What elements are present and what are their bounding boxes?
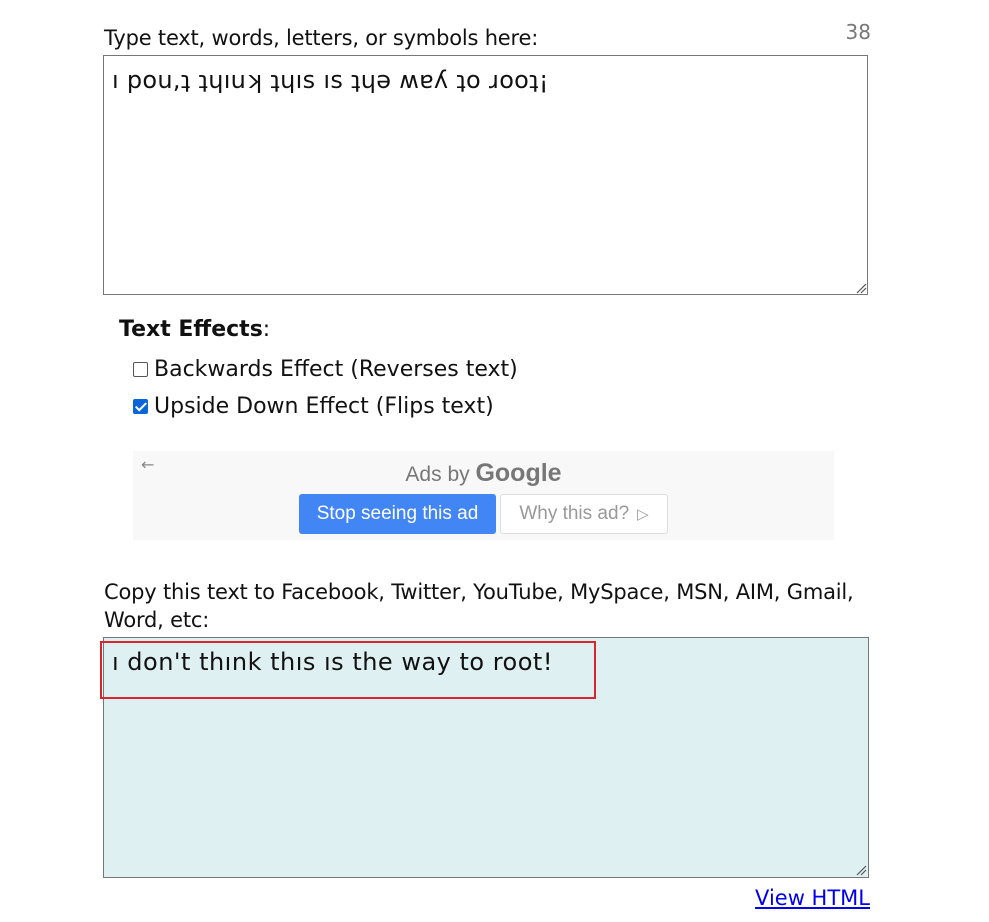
adchoices-icon: ▷ [637,506,649,523]
ads-by-google: Ads by Google [133,459,834,488]
character-count: 38 [845,20,871,44]
ad-panel: ← Ads by Google Stop seeing this ad Why … [133,451,834,540]
resize-grip-icon[interactable] [855,282,867,294]
ads-by-text: Ads by [405,463,470,486]
backwards-effect-checkbox[interactable] [133,361,148,377]
backwards-effect-option[interactable]: Backwards Effect (Reverses text) [133,355,518,383]
why-this-ad-button[interactable]: Why this ad? ▷ [500,494,668,534]
page: 38 Type text, words, letters, or symbols… [0,0,989,922]
upside-down-effect-option[interactable]: Upside Down Effect (Flips text) [133,392,494,420]
backwards-effect-label[interactable]: Backwards Effect (Reverses text) [154,357,518,382]
why-this-ad-label[interactable]: Why this ad? [519,503,629,525]
highlight-box [100,641,596,699]
input-label: Type text, words, letters, or symbols he… [104,26,539,50]
upside-down-effect-checkbox[interactable] [133,398,148,414]
output-label: Copy this text to Facebook, Twitter, You… [104,580,854,632]
google-logo: Google [475,459,562,487]
effects-title-colon: : [262,317,271,342]
view-html-link[interactable]: View HTML [752,886,870,910]
resize-grip-icon[interactable] [855,864,867,876]
stop-seeing-ad-button[interactable]: Stop seeing this ad [299,494,496,534]
effects-heading: Text Effects: [119,317,270,342]
text-input-value[interactable]: ı pou,ʇ ʇɥıuʞ ʇɥıs ıs ʇɥǝ ʍɐʎ ʇo ɹooʇ¡ [112,66,549,94]
effects-title: Text Effects [119,317,263,342]
upside-down-effect-label[interactable]: Upside Down Effect (Flips text) [154,394,494,419]
